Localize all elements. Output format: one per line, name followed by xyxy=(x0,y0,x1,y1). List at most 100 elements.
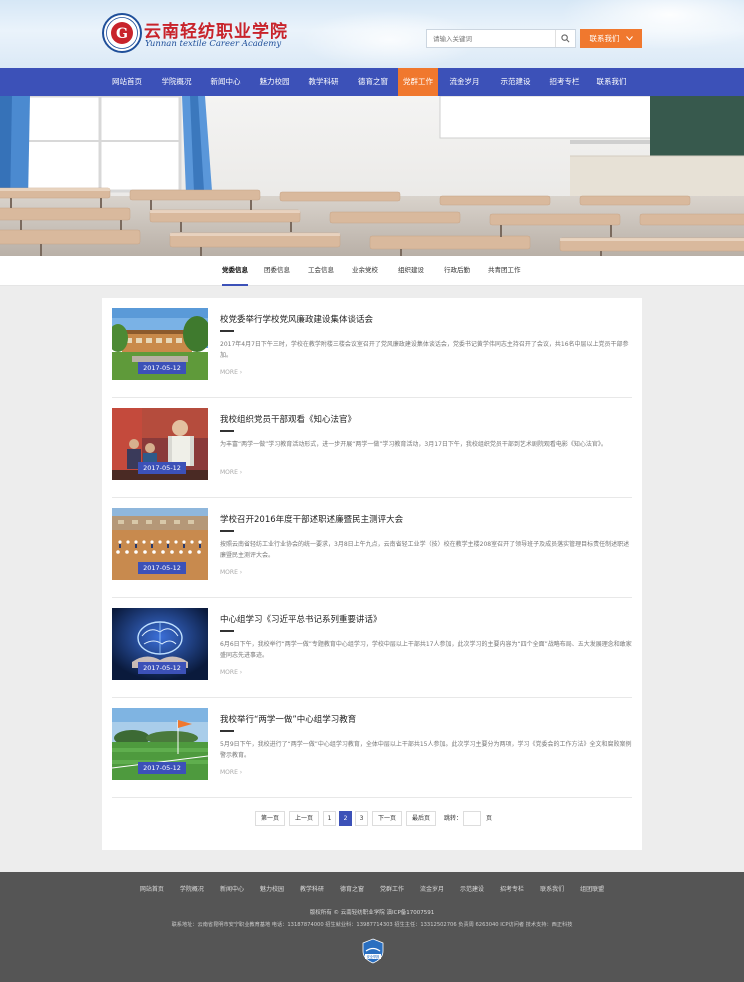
chevron-right-icon: › xyxy=(239,569,243,576)
contact-button-label: 联系我们 xyxy=(589,34,620,43)
article-thumbnail[interactable]: 2017-05-12 xyxy=(112,308,208,380)
nav-item-history[interactable]: 流金岁月 xyxy=(438,68,491,96)
article-list: 2017-05-12 校党委举行学校党风廉政建设集体谈话会 2017年4月7日下… xyxy=(102,298,642,850)
footer-address: 联系地址：云南省昆明市安宁职业教育基地 电话：13187874000 招生就业科… xyxy=(171,922,573,928)
page-number-button[interactable]: 1 xyxy=(323,811,336,826)
prev-page-button[interactable]: 上一页 xyxy=(289,811,319,826)
nav-item-party[interactable]: 党群工作 xyxy=(398,68,438,96)
subnav-item-party-committee[interactable]: 党委信息 xyxy=(222,256,248,286)
subnav-item-youth-league[interactable]: 共青团工作 xyxy=(488,256,521,286)
article-title[interactable]: 中心组学习《习近平总书记系列重要讲话》 xyxy=(220,613,382,625)
chevron-right-icon: › xyxy=(239,769,243,776)
nav-item-contact[interactable]: 联系我们 xyxy=(589,68,634,96)
footer-link[interactable]: 学院概况 xyxy=(172,884,212,893)
logo-emblem-icon: G xyxy=(102,13,142,53)
main-nav: 网站首页 学院概况 新闻中心 魅力校园 教学科研 德育之窗 党群工作 流金岁月 … xyxy=(0,68,744,96)
search-input[interactable] xyxy=(427,30,555,47)
article-title[interactable]: 学校召开2016年度干部述职述廉暨民主测评大会 xyxy=(220,513,403,525)
footer-link[interactable]: 联系我们 xyxy=(532,884,572,893)
logo-emblem-letter: G xyxy=(116,26,128,42)
footer-copyright: 版权所有 © 云南轻纺职业学院 滇ICP备17007591 xyxy=(309,910,435,916)
nav-item-campus[interactable]: 魅力校园 xyxy=(250,68,299,96)
article-title[interactable]: 我校组织党员干部观看《知心法官》 xyxy=(220,413,356,425)
pagination: 第一页 上一页 1 2 3 下一页 最后页 跳转： 页 xyxy=(102,811,642,827)
article-date-badge: 2017-05-12 xyxy=(138,662,186,674)
subnav-item-union[interactable]: 工会信息 xyxy=(308,256,334,286)
first-page-button[interactable]: 第一页 xyxy=(255,811,285,826)
contact-button[interactable]: 联系我们 xyxy=(580,29,642,48)
nav-item-label: 招考专栏 xyxy=(549,77,580,86)
search-icon xyxy=(561,34,570,43)
article-summary: 按照云南省轻纺工业行业协会的统一要求，3月8日上午九点，云南省轻工业学（技）校在… xyxy=(220,541,630,559)
jump-page-input[interactable] xyxy=(463,811,481,826)
nav-item-label: 党群工作 xyxy=(403,77,433,86)
security-report-badge-icon[interactable]: 安全举报 xyxy=(362,938,384,964)
footer-link[interactable]: 招考专栏 xyxy=(492,884,532,893)
site-logo[interactable]: G 云南轻纺职业学院 Yunnan textile Career Academy xyxy=(102,13,302,57)
nav-item-demo[interactable]: 示范建设 xyxy=(491,68,540,96)
title-underline xyxy=(220,730,234,732)
logo-english-name: Yunnan textile Career Academy xyxy=(145,39,282,49)
article-thumbnail[interactable]: 2017-05-12 xyxy=(112,508,208,580)
subnav-item-organization[interactable]: 组织建设 xyxy=(398,256,424,286)
page-number-button-current[interactable]: 2 xyxy=(339,811,352,826)
sub-nav: 党委信息 团委信息 工会信息 业余党校 组织建设 行政后勤 共青团工作 xyxy=(0,256,744,286)
article-thumbnail[interactable]: 2017-05-12 xyxy=(112,608,208,680)
more-link-label: MORE xyxy=(220,369,238,376)
nav-item-news[interactable]: 新闻中心 xyxy=(201,68,250,96)
subnav-item-league-committee[interactable]: 团委信息 xyxy=(264,256,290,286)
article-thumbnail[interactable]: 2017-05-12 xyxy=(112,708,208,780)
article-title[interactable]: 校党委举行学校党风廉政建设集体谈话会 xyxy=(220,313,373,325)
footer-link[interactable]: 示范建设 xyxy=(452,884,492,893)
article-date-badge: 2017-05-12 xyxy=(138,362,186,374)
subnav-item-label: 行政后勤 xyxy=(444,266,470,274)
search-button[interactable] xyxy=(555,30,575,47)
more-link[interactable]: MORE › xyxy=(220,769,242,776)
nav-item-label: 学院概况 xyxy=(161,77,192,86)
footer-link[interactable]: 教学科研 xyxy=(292,884,332,893)
next-page-button[interactable]: 下一页 xyxy=(372,811,402,826)
footer-link[interactable]: 网站首页 xyxy=(132,884,172,893)
nav-item-label: 联系我们 xyxy=(596,77,627,86)
title-underline xyxy=(220,430,234,432)
subnav-item-label: 工会信息 xyxy=(308,266,334,274)
badge-label: 安全举报 xyxy=(367,954,381,959)
title-underline xyxy=(220,630,234,632)
nav-item-label: 示范建设 xyxy=(500,77,531,86)
chevron-down-icon xyxy=(625,36,633,41)
nav-item-home[interactable]: 网站首页 xyxy=(102,68,152,96)
footer-link[interactable]: 新闻中心 xyxy=(212,884,252,893)
subnav-item-label: 团委信息 xyxy=(264,266,290,274)
jump-label: 跳转： xyxy=(444,815,463,822)
subnav-item-label: 业余党校 xyxy=(352,266,378,274)
footer-link[interactable]: 魅力校园 xyxy=(252,884,292,893)
article-date-badge: 2017-05-12 xyxy=(138,562,186,574)
article-title[interactable]: 我校举行“两学一做”中心组学习教育 xyxy=(220,713,356,725)
article-thumbnail[interactable]: 2017-05-12 xyxy=(112,408,208,480)
more-link[interactable]: MORE › xyxy=(220,669,242,676)
nav-item-about[interactable]: 学院概况 xyxy=(152,68,201,96)
nav-item-teaching[interactable]: 教学科研 xyxy=(299,68,348,96)
more-link[interactable]: MORE › xyxy=(220,569,242,576)
more-link[interactable]: MORE › xyxy=(220,369,242,376)
nav-item-label: 魅力校园 xyxy=(259,77,290,86)
footer-link[interactable]: 组团联盟 xyxy=(572,884,612,893)
subnav-item-party-school[interactable]: 业余党校 xyxy=(352,256,378,286)
more-link[interactable]: MORE › xyxy=(220,469,242,476)
article-summary: 5月9日下午，我校进行了“两学一做”中心组学习教育，全体中层以上干部共15人参加… xyxy=(220,741,632,759)
footer-links: 网站首页 学院概况 新闻中心 魅力校园 教学科研 德育之窗 党群工作 流金岁月 … xyxy=(0,884,744,893)
subnav-item-logistics[interactable]: 行政后勤 xyxy=(444,256,470,286)
subnav-item-label: 组织建设 xyxy=(398,266,424,274)
chevron-right-icon: › xyxy=(239,369,243,376)
article-item: 2017-05-12 校党委举行学校党风廉政建设集体谈话会 2017年4月7日下… xyxy=(112,298,632,398)
nav-item-moral[interactable]: 德育之窗 xyxy=(348,68,398,96)
footer-link[interactable]: 党群工作 xyxy=(372,884,412,893)
nav-item-admission[interactable]: 招考专栏 xyxy=(540,68,589,96)
article-item: 2017-05-12 学校召开2016年度干部述职述廉暨民主测评大会 按照云南省… xyxy=(112,498,632,598)
article-date-badge: 2017-05-12 xyxy=(138,762,186,774)
page-number-button[interactable]: 3 xyxy=(355,811,368,826)
footer-link[interactable]: 流金岁月 xyxy=(412,884,452,893)
subnav-item-label: 党委信息 xyxy=(222,266,248,274)
footer-link[interactable]: 德育之窗 xyxy=(332,884,372,893)
last-page-button[interactable]: 最后页 xyxy=(406,811,436,826)
